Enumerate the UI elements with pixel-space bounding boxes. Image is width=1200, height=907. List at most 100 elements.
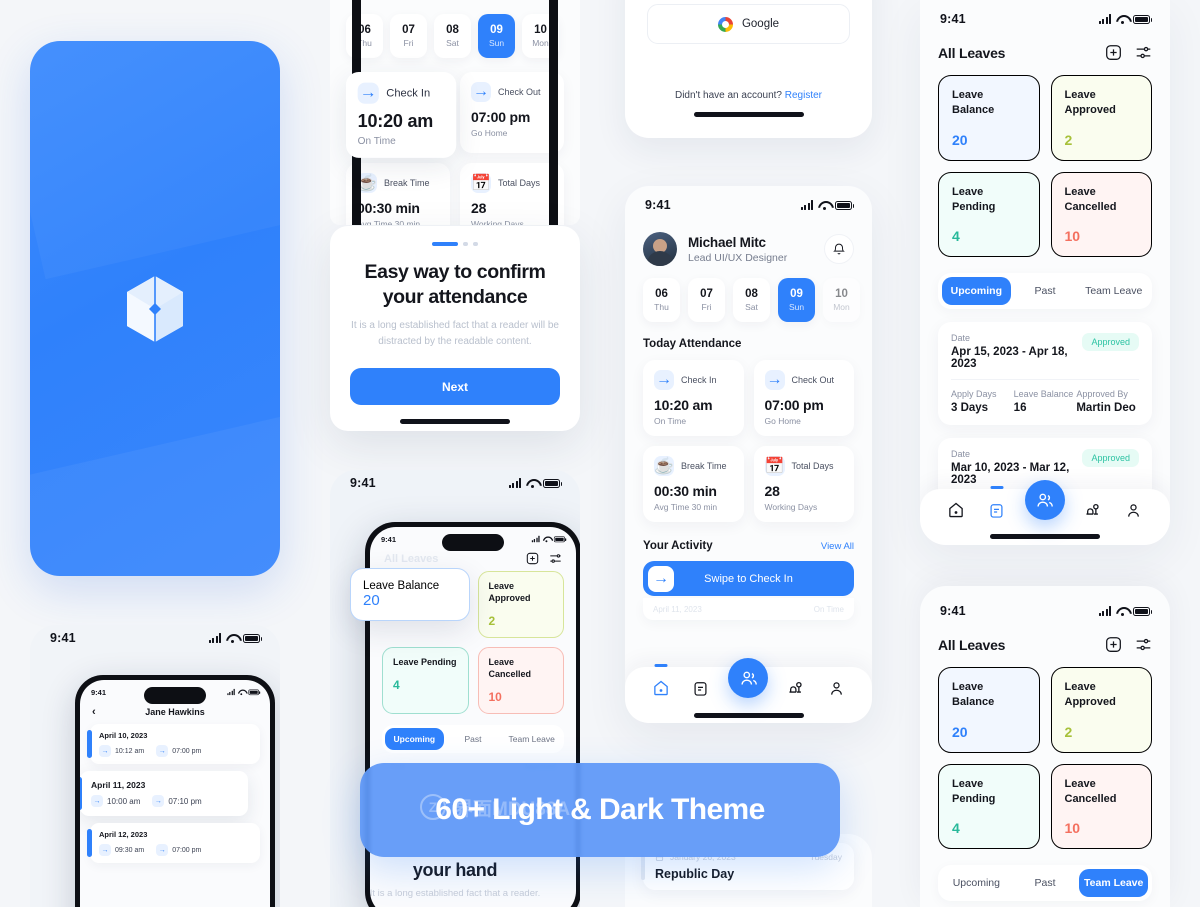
tab-tasks[interactable] — [1081, 498, 1105, 522]
ui-kit-presentation: 9:41 9:41 ‹ Jane Hawkins April 10, 2023 … — [0, 0, 1200, 907]
leave-card-cancelled[interactable]: Leave Cancelled 10 — [1050, 763, 1152, 850]
stat-sub: Go Home — [471, 128, 508, 138]
avatar[interactable] — [643, 232, 677, 266]
leave-request-row[interactable]: Date Apr 15, 2023 - Apr 18, 2023 Approve… — [938, 322, 1152, 426]
device-frame: 9:41 ‹ Jane Hawkins April 10, 2023 → 10:… — [75, 675, 275, 907]
day-cell[interactable]: 07 Fri — [688, 278, 725, 322]
attendance-row[interactable]: April 12, 2023 → 09:30 am → 07:00 pm — [87, 823, 260, 863]
home-indicator — [990, 534, 1100, 539]
day-cell-selected[interactable]: 09 Sun — [778, 278, 815, 322]
tab-profile[interactable] — [824, 676, 848, 700]
next-button[interactable]: Next — [350, 368, 560, 406]
wifi-icon — [1116, 14, 1128, 24]
day-cell[interactable]: 06 Thu — [643, 278, 680, 322]
approved-by-label: Approved By — [1076, 389, 1128, 400]
stat-card-check-in[interactable]: → Check In 10:20 am On Time — [643, 360, 744, 436]
tab-profile[interactable] — [1122, 498, 1146, 522]
day-weekday: Sat — [745, 302, 758, 312]
stat-sub: Go Home — [764, 416, 801, 426]
day-cell[interactable]: 07 Fri — [390, 14, 427, 58]
tab-upcoming[interactable]: Upcoming — [942, 869, 1011, 897]
day-cell-selected[interactable]: 09 Sun — [478, 14, 515, 58]
day-weekday: Fri — [701, 302, 712, 312]
view-all-link[interactable]: View All — [821, 541, 854, 552]
plus-box-icon[interactable] — [1105, 636, 1122, 653]
dot[interactable] — [463, 242, 468, 246]
team-fab-button[interactable] — [1024, 480, 1065, 520]
register-link[interactable]: Register — [785, 90, 822, 101]
leave-card-pending[interactable]: Leave Pending 4 — [938, 171, 1040, 258]
onboarding-subtitle-partial: It is a long established fact that a rea… — [369, 888, 541, 899]
team-fab-button[interactable] — [728, 658, 769, 698]
tab-home[interactable] — [944, 498, 968, 522]
leave-card-balance[interactable]: Leave Balance 20 — [938, 667, 1040, 753]
check-out-time: → 07:10 pm — [152, 795, 202, 807]
filter-sliders-icon[interactable] — [1135, 44, 1152, 61]
tab-past[interactable]: Past — [1011, 277, 1080, 305]
stat-header: 📅 Total Days — [471, 173, 553, 193]
activity-date: April 11, 2023 — [653, 604, 702, 614]
apply-days-label: Apply Days — [951, 389, 997, 400]
stat-card-total-days[interactable]: 📅 Total Days 28 Working Days — [753, 446, 854, 522]
stat-card-check-out[interactable]: → Check Out 07:00 pm Go Home — [753, 360, 854, 436]
day-cell[interactable]: 10 Mon — [823, 278, 860, 322]
leave-card-balance[interactable]: Leave Balance 20 — [938, 75, 1040, 161]
wifi-icon — [543, 536, 551, 543]
stat-value: 10:20 am — [357, 111, 434, 132]
wifi-icon — [526, 478, 538, 488]
tab-upcoming[interactable]: Upcoming — [385, 727, 444, 750]
day-cell[interactable]: 08 Sat — [434, 14, 471, 58]
back-icon[interactable]: ‹ — [92, 706, 96, 718]
filter-sliders-icon[interactable] — [1135, 636, 1152, 653]
calendar-icon: 📅 — [471, 173, 491, 193]
leave-card-pending[interactable]: Leave Pending 4 — [938, 763, 1040, 850]
day-strip: 06 Thu 07 Fri 08 Sat 09 Sun 10 Mon — [625, 266, 872, 322]
tab-reports[interactable] — [985, 498, 1009, 522]
tab-team-leave[interactable]: Team Leave — [1079, 869, 1149, 898]
leave-card-pending[interactable]: Leave Pending 4 — [382, 646, 469, 714]
tab-upcoming[interactable]: Upcoming — [942, 277, 1011, 306]
plus-box-icon[interactable] — [526, 552, 539, 565]
stat-card-break-time[interactable]: ☕ Break Time 00:30 min Avg Time 30 min — [643, 446, 744, 522]
leave-card-value: 10 — [1064, 228, 1081, 245]
leave-card-balance-highlight[interactable]: Leave Balance 20 — [350, 568, 470, 621]
attendance-row[interactable]: April 10, 2023 → 10:12 am → 07:00 pm — [87, 724, 260, 764]
swipe-to-check-in[interactable]: → Swipe to Check In — [643, 561, 854, 596]
stat-card-break-time[interactable]: ☕ Break Time 00:30 min Avg Time 30 min — [346, 163, 450, 225]
dot[interactable] — [473, 242, 478, 246]
leave-card-approved[interactable]: Leave Approved 2 — [477, 571, 564, 638]
tab-team-leave[interactable]: Team Leave — [502, 728, 561, 750]
tab-tasks[interactable] — [784, 676, 808, 700]
activity-header: Your Activity View All — [625, 540, 872, 552]
login-screen-bottom: Google Didn't have an account? Register — [625, 0, 872, 138]
tab-home[interactable] — [649, 676, 673, 700]
stat-card-check-in[interactable]: → Check In 10:20 am On Time — [346, 72, 457, 158]
stat-value: 07:00 pm — [471, 109, 531, 125]
status-time: 9:41 — [350, 476, 376, 490]
day-cell[interactable]: 08 Sat — [733, 278, 770, 322]
tab-past[interactable]: Past — [444, 728, 503, 750]
team-member-row[interactable]: Jane Cooper — [920, 901, 1170, 907]
dot-active[interactable] — [432, 242, 458, 246]
approved-by-value: Martin Deo — [1076, 402, 1136, 415]
notification-bell-button[interactable] — [824, 234, 854, 264]
device-edge-right — [549, 0, 558, 225]
leave-card-cancelled[interactable]: Leave Cancelled 10 — [477, 646, 564, 714]
plus-box-icon[interactable] — [1105, 44, 1122, 61]
leave-card-approved[interactable]: Leave Approved 2 — [1050, 75, 1152, 161]
leave-card-title: Leave Cancelled — [1064, 777, 1117, 805]
stat-label: Check Out — [498, 87, 541, 97]
tab-past[interactable]: Past — [1011, 869, 1080, 897]
leave-card-cancelled[interactable]: Leave Cancelled 10 — [1050, 171, 1152, 258]
check-in-icon: → — [357, 82, 379, 104]
leave-card-value: 4 — [952, 820, 960, 837]
google-signin-button[interactable]: Google — [647, 4, 850, 44]
stat-value: 10:20 am — [654, 397, 713, 413]
leave-card-approved[interactable]: Leave Approved 2 — [1050, 667, 1152, 753]
leave-card-title: Leave Approved — [1064, 89, 1116, 116]
attendance-row[interactable]: April 11, 2023 → 10:00 am → 07:10 pm — [80, 771, 248, 816]
tab-team-leave[interactable]: Team Leave — [1079, 277, 1148, 305]
pagination-dots — [350, 242, 560, 246]
filter-sliders-icon[interactable] — [549, 552, 562, 565]
tab-reports[interactable] — [689, 676, 713, 700]
